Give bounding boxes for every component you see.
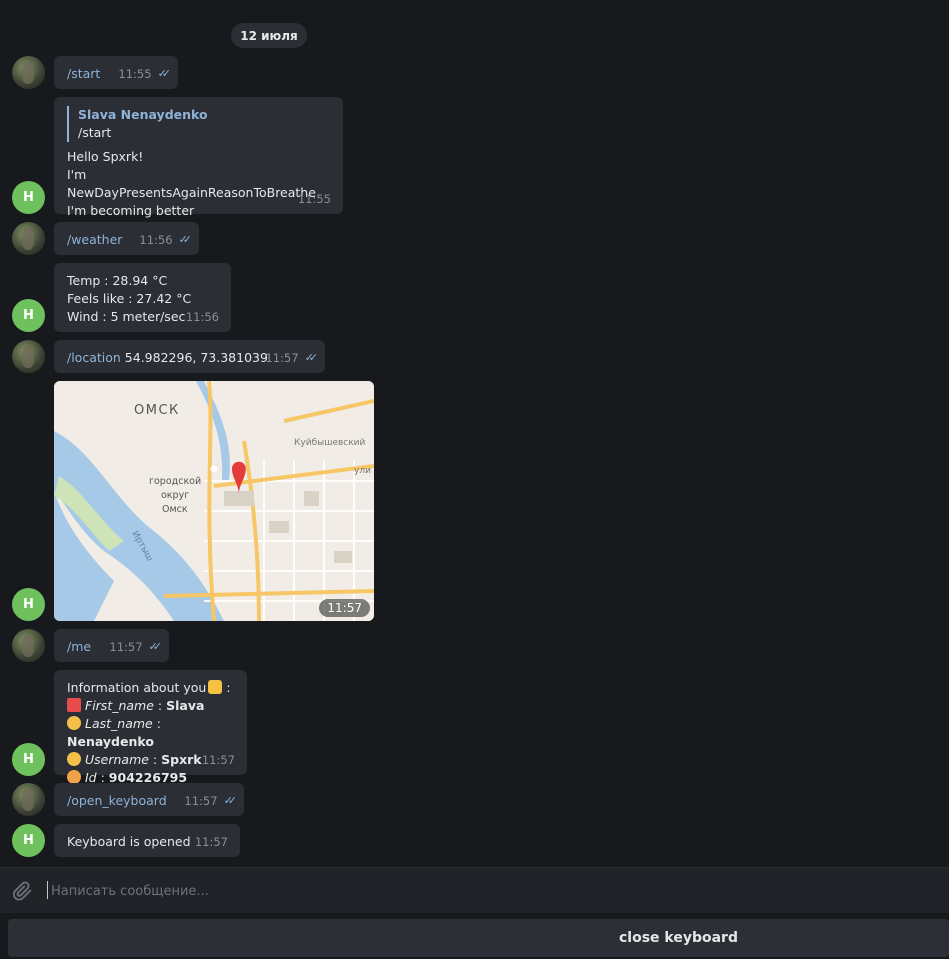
message-time: 11:56: [185, 310, 219, 324]
field-label: First_name: [85, 698, 154, 713]
map-label-city: ОМСК: [134, 403, 180, 418]
user-avatar[interactable]: [12, 629, 45, 662]
message-text: Hello Spxrk!: [67, 149, 144, 164]
bot-avatar[interactable]: Н: [12, 588, 45, 621]
ninja-face-icon: [67, 770, 81, 784]
reply-text: /start: [78, 125, 112, 140]
field-label: Username: [85, 752, 149, 767]
message-time: 11:57: [109, 640, 143, 654]
user-avatar[interactable]: [12, 222, 45, 255]
field-label: Last_name: [85, 716, 153, 731]
location-map[interactable]: ОМСК Куйбышевский городской округ Омск И…: [54, 381, 374, 621]
field-value: Slava: [166, 698, 205, 713]
message-outgoing[interactable]: /start 11:55 ✓✓: [54, 56, 178, 89]
map-label-okrug-3: Омск: [162, 504, 188, 515]
reply-author: Slava Nenaydenko: [78, 107, 208, 122]
text-cursor: [47, 881, 48, 899]
read-check-icon: ✓✓: [157, 67, 172, 80]
message-time: 11:57: [201, 753, 235, 767]
command-link[interactable]: /open_keyboard: [67, 793, 167, 808]
user-avatar[interactable]: [12, 56, 45, 89]
message-outgoing[interactable]: /me 11:57 ✓✓: [54, 629, 169, 662]
date-badge: 12 июля: [231, 23, 307, 48]
field-value: Spxrk: [161, 752, 202, 767]
message-outgoing[interactable]: /weather 11:56 ✓✓: [54, 222, 199, 255]
message-text: I'm NewDayPresentsAgainReasonToBreathe: [67, 167, 316, 200]
bot-avatar[interactable]: Н: [12, 743, 45, 776]
map-label-okrug-2: округ: [161, 490, 189, 501]
message-text: Information about you: [67, 680, 207, 695]
field-value: Nenaydenko: [67, 734, 154, 749]
message-incoming[interactable]: Slava Nenaydenko /start Hello Spxrk! I'm…: [54, 97, 343, 218]
message-text: Keyboard is opened: [67, 834, 191, 849]
reply-quote[interactable]: Slava Nenaydenko /start: [67, 106, 330, 142]
map-label-district: Куйбышевский: [294, 438, 366, 448]
calendar-icon: [67, 698, 81, 712]
message-input[interactable]: [51, 878, 751, 904]
message-time: 11:56: [139, 233, 173, 247]
message-outgoing[interactable]: /open_keyboard 11:57 ✓✓: [54, 783, 244, 816]
read-check-icon: ✓✓: [148, 640, 163, 653]
message-incoming[interactable]: Temp : 28.94 °C Feels like : 27.42 °C Wi…: [54, 263, 231, 332]
message-outgoing[interactable]: /location 54.982296, 73.381039 11:57 ✓✓: [54, 340, 325, 373]
user-avatar[interactable]: [12, 783, 45, 816]
message-text: Temp : 28.94 °C: [67, 273, 168, 288]
bot-avatar[interactable]: Н: [12, 181, 45, 214]
map-image: ОМСК Куйбышевский городской округ Омск И…: [54, 381, 374, 621]
message-time: 11:55: [297, 192, 331, 206]
user-avatar[interactable]: [12, 340, 45, 373]
command-link[interactable]: /weather: [67, 232, 122, 247]
bot-avatar[interactable]: Н: [12, 299, 45, 332]
bot-avatar[interactable]: Н: [12, 824, 45, 857]
command-link[interactable]: /location: [67, 350, 121, 365]
map-label-street: ули: [354, 466, 371, 476]
paperclip-icon[interactable]: [12, 880, 34, 902]
message-time: 11:55: [118, 67, 152, 81]
read-check-icon: ✓✓: [223, 794, 238, 807]
message-text: Feels like : 27.42 °C: [67, 291, 192, 306]
message-incoming[interactable]: Information about you: First_name : Slav…: [54, 670, 247, 785]
message-time: 11:57: [184, 794, 218, 808]
close-keyboard-button[interactable]: close keyboard: [8, 919, 949, 957]
bot-keyboard: close keyboard: [0, 913, 949, 959]
chat-history[interactable]: 12 июля /start 11:55 ✓✓ Н Slava Nenaydenk…: [0, 0, 949, 867]
command-link[interactable]: /start: [67, 66, 100, 81]
message-time: 11:57: [319, 599, 370, 617]
smirk-face-icon: [67, 752, 81, 766]
message-time: 11:57: [265, 351, 299, 365]
composer: [0, 867, 949, 913]
coordinates-text: 54.982296, 73.381039: [124, 350, 268, 365]
read-check-icon: ✓✓: [178, 233, 193, 246]
monocle-face-icon: [67, 716, 81, 730]
message-incoming[interactable]: Keyboard is opened 11:57: [54, 824, 240, 857]
command-link[interactable]: /me: [67, 639, 91, 654]
message-text: I'm becoming better: [67, 203, 195, 218]
read-check-icon: ✓✓: [304, 351, 319, 364]
pointing-hand-icon: [208, 680, 223, 694]
message-time: 11:57: [194, 835, 228, 849]
map-label-okrug-1: городской: [149, 476, 201, 487]
